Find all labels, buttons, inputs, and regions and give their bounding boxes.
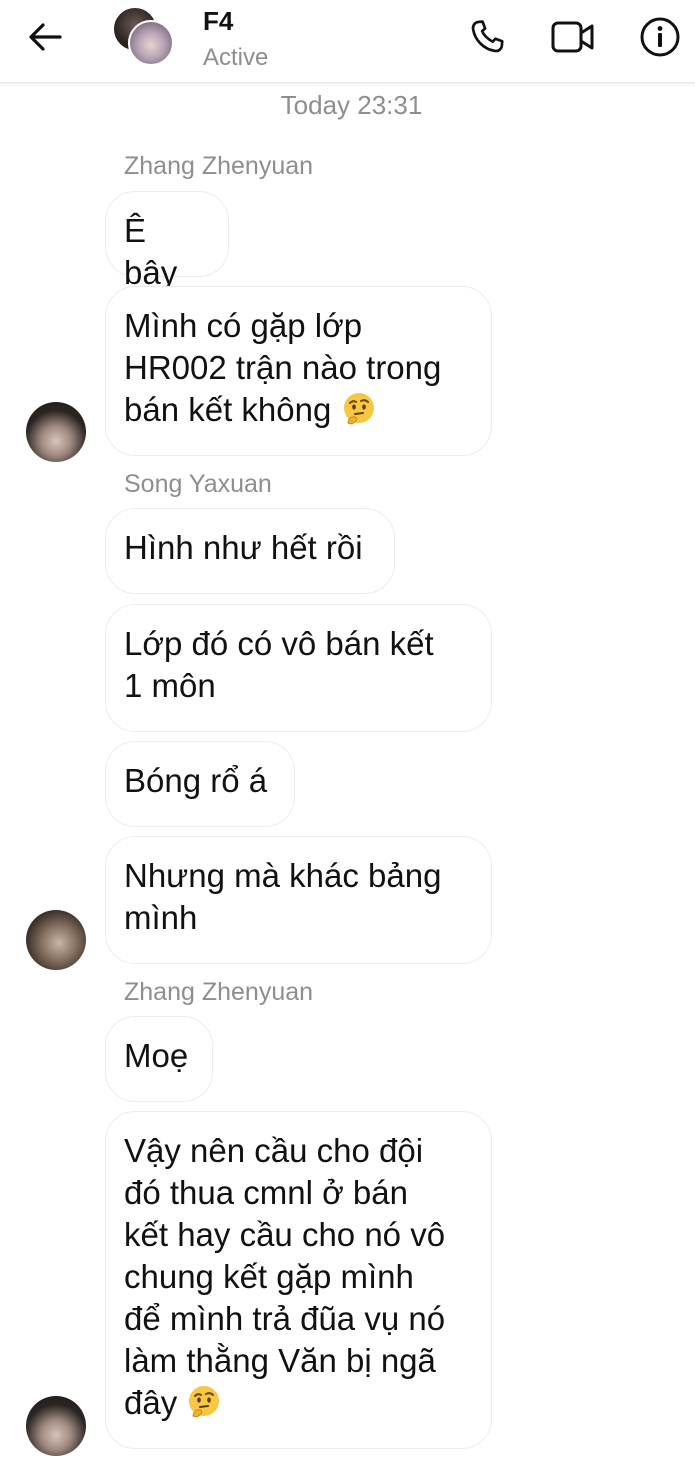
conversation-timestamp: Today 23:31 bbox=[280, 90, 423, 120]
message-text: HR002 trận nào trong bbox=[124, 349, 442, 386]
message-text: 1 môn bbox=[124, 667, 216, 704]
group-avatar-member-2 bbox=[128, 20, 174, 66]
message-text: Hình như hết rồi bbox=[124, 529, 363, 566]
message-bubble[interactable]: Ê bây bbox=[105, 191, 229, 291]
thinking-face-emoji-icon bbox=[189, 1386, 220, 1418]
video-icon bbox=[551, 21, 594, 53]
sender-name: Song Yaxuan bbox=[124, 470, 272, 498]
info-icon bbox=[640, 17, 680, 57]
message-bubble[interactable]: Mình có gặp lớp HR002 trận nào trong bán… bbox=[105, 286, 492, 456]
phone-icon bbox=[471, 20, 504, 53]
message-bubble[interactable]: Lớp đó có vô bán kết 1 môn bbox=[105, 604, 492, 732]
message-bubble[interactable]: Nhưng mà khác bảng mình bbox=[105, 836, 492, 964]
message-text: Mình có gặp lớp bbox=[124, 307, 363, 344]
message-text: Vậy nên cầu cho đội bbox=[124, 1132, 424, 1169]
sender-name: Zhang Zhenyuan bbox=[124, 152, 314, 180]
group-title[interactable]: F4 bbox=[203, 6, 233, 37]
info-button[interactable] bbox=[637, 14, 683, 60]
avatar[interactable] bbox=[26, 910, 86, 970]
active-status: Active bbox=[203, 44, 269, 71]
group-avatar[interactable] bbox=[112, 6, 176, 66]
message-text: để mình trả đũa vụ nó bbox=[124, 1300, 446, 1337]
message-text: đây bbox=[124, 1384, 178, 1421]
message-text: bán kết không bbox=[124, 391, 332, 428]
message-bubble[interactable]: Vậy nên cầu cho đội đó thua cmnl ở bán k… bbox=[105, 1111, 492, 1449]
message-text: Lớp đó có vô bán kết bbox=[124, 625, 434, 662]
message-text: Ê bây bbox=[124, 212, 178, 291]
thinking-face-emoji-icon bbox=[343, 393, 374, 425]
back-arrow-icon bbox=[29, 23, 62, 51]
message-bubble[interactable]: Bóng rổ á bbox=[105, 741, 295, 827]
avatar[interactable] bbox=[26, 1396, 86, 1456]
avatar[interactable] bbox=[26, 402, 86, 462]
sender-name: Zhang Zhenyuan bbox=[124, 978, 314, 1006]
message-text: làm thằng Văn bị ngã bbox=[124, 1342, 436, 1379]
call-button[interactable] bbox=[464, 14, 510, 60]
message-bubble[interactable]: Hình như hết rồi bbox=[105, 508, 395, 594]
message-bubble[interactable]: Moẹ bbox=[105, 1016, 213, 1102]
message-text: Nhưng mà khác bảng bbox=[124, 857, 442, 894]
message-text: đó thua cmnl ở bán bbox=[124, 1174, 408, 1211]
back-button[interactable] bbox=[22, 16, 68, 58]
message-text: kết hay cầu cho nó vô bbox=[124, 1216, 446, 1253]
message-text: Moẹ bbox=[124, 1037, 189, 1074]
message-text: chung kết gặp mình bbox=[124, 1258, 414, 1295]
message-text: Bóng rổ á bbox=[124, 762, 268, 799]
chat-header: F4 Active bbox=[0, 0, 695, 83]
message-text: mình bbox=[124, 899, 198, 936]
video-call-button[interactable] bbox=[550, 14, 596, 60]
